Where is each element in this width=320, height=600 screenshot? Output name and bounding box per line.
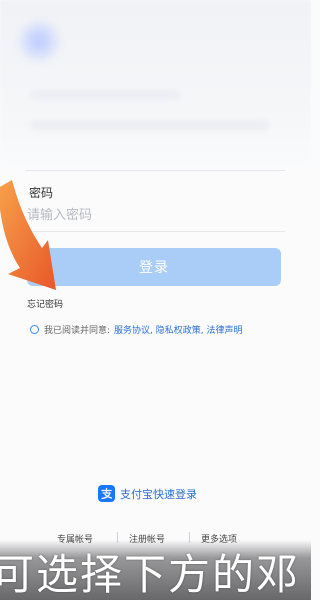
- app-logo: [18, 20, 60, 62]
- password-label: 密码: [29, 186, 54, 200]
- agreement-row: 我已阅读并同意: 服务协议, 隐私权政策, 法律声明: [30, 323, 243, 336]
- alipay-login-label: 支付宝快速登录: [120, 487, 197, 501]
- alipay-icon: [98, 485, 115, 502]
- forgot-password-link[interactable]: 忘记密码: [27, 297, 63, 310]
- login-button[interactable]: 登录: [27, 248, 281, 286]
- video-subtitle: 可选择下方的邓: [0, 550, 301, 599]
- login-screen: 密码 登录 忘记密码 我已阅读并同意: 服务协议, 隐私权政策, 法律声明 支付…: [0, 0, 311, 600]
- alipay-login-button[interactable]: 支付宝快速登录: [98, 485, 197, 502]
- blurred-text-line: [30, 120, 270, 130]
- agreement-radio[interactable]: [30, 325, 39, 334]
- blurred-text-line: [30, 90, 180, 100]
- blurred-header: [0, 0, 311, 170]
- password-input[interactable]: [27, 204, 277, 226]
- password-underline: [25, 231, 285, 232]
- divider: [25, 170, 285, 171]
- agreement-text: 我已阅读并同意:: [44, 326, 111, 336]
- agreement-links[interactable]: 服务协议, 隐私权政策, 法律声明: [114, 323, 242, 336]
